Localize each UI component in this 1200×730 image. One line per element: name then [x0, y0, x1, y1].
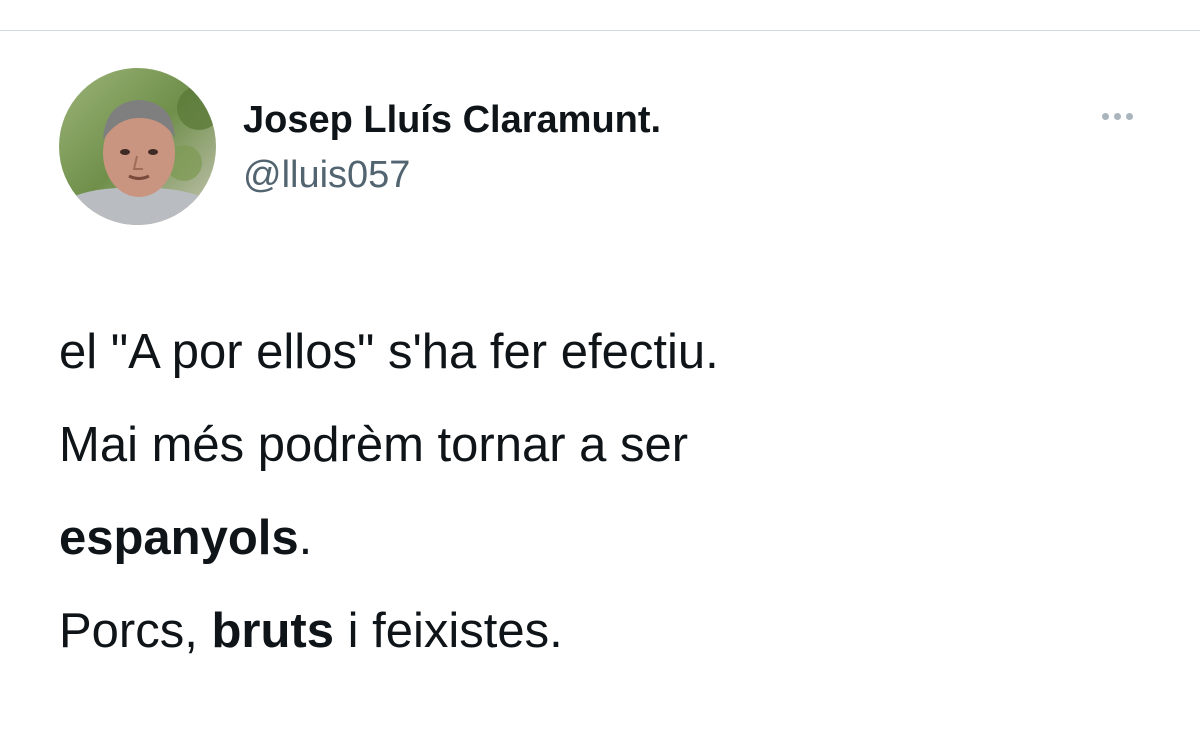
tweet-line: Mai més podrèm tornar a ser: [59, 418, 689, 472]
tweet-line: espanyols.: [59, 492, 1159, 585]
text-fragment: i feixistes.: [333, 604, 563, 658]
bold-word: bruts: [211, 604, 334, 658]
more-options-button[interactable]: [1090, 102, 1144, 130]
avatar[interactable]: [59, 68, 216, 225]
text-fragment: Porcs,: [59, 604, 212, 658]
tweet-line: Porcs, bruts i feixistes.: [59, 585, 1159, 678]
author-handle[interactable]: @lluis057: [243, 153, 410, 197]
avatar-photo-icon: [59, 68, 216, 225]
text-fragment: .: [298, 511, 313, 565]
tweet-body: el "A por ellos" s'ha fer efectiu. Mai m…: [59, 306, 1159, 678]
author-display-name[interactable]: Josep Lluís Claramunt.: [243, 98, 661, 142]
more-dot-icon: [1101, 112, 1109, 120]
more-dot-icon: [1113, 112, 1121, 120]
top-divider: [0, 0, 1200, 31]
tweet-line: el "A por ellos" s'ha fer efectiu.: [59, 325, 719, 379]
more-dot-icon: [1125, 112, 1133, 120]
bold-word: espanyols: [59, 511, 299, 565]
tweet-card[interactable]: Josep Lluís Claramunt. @lluis057 el "A p…: [0, 32, 1200, 730]
